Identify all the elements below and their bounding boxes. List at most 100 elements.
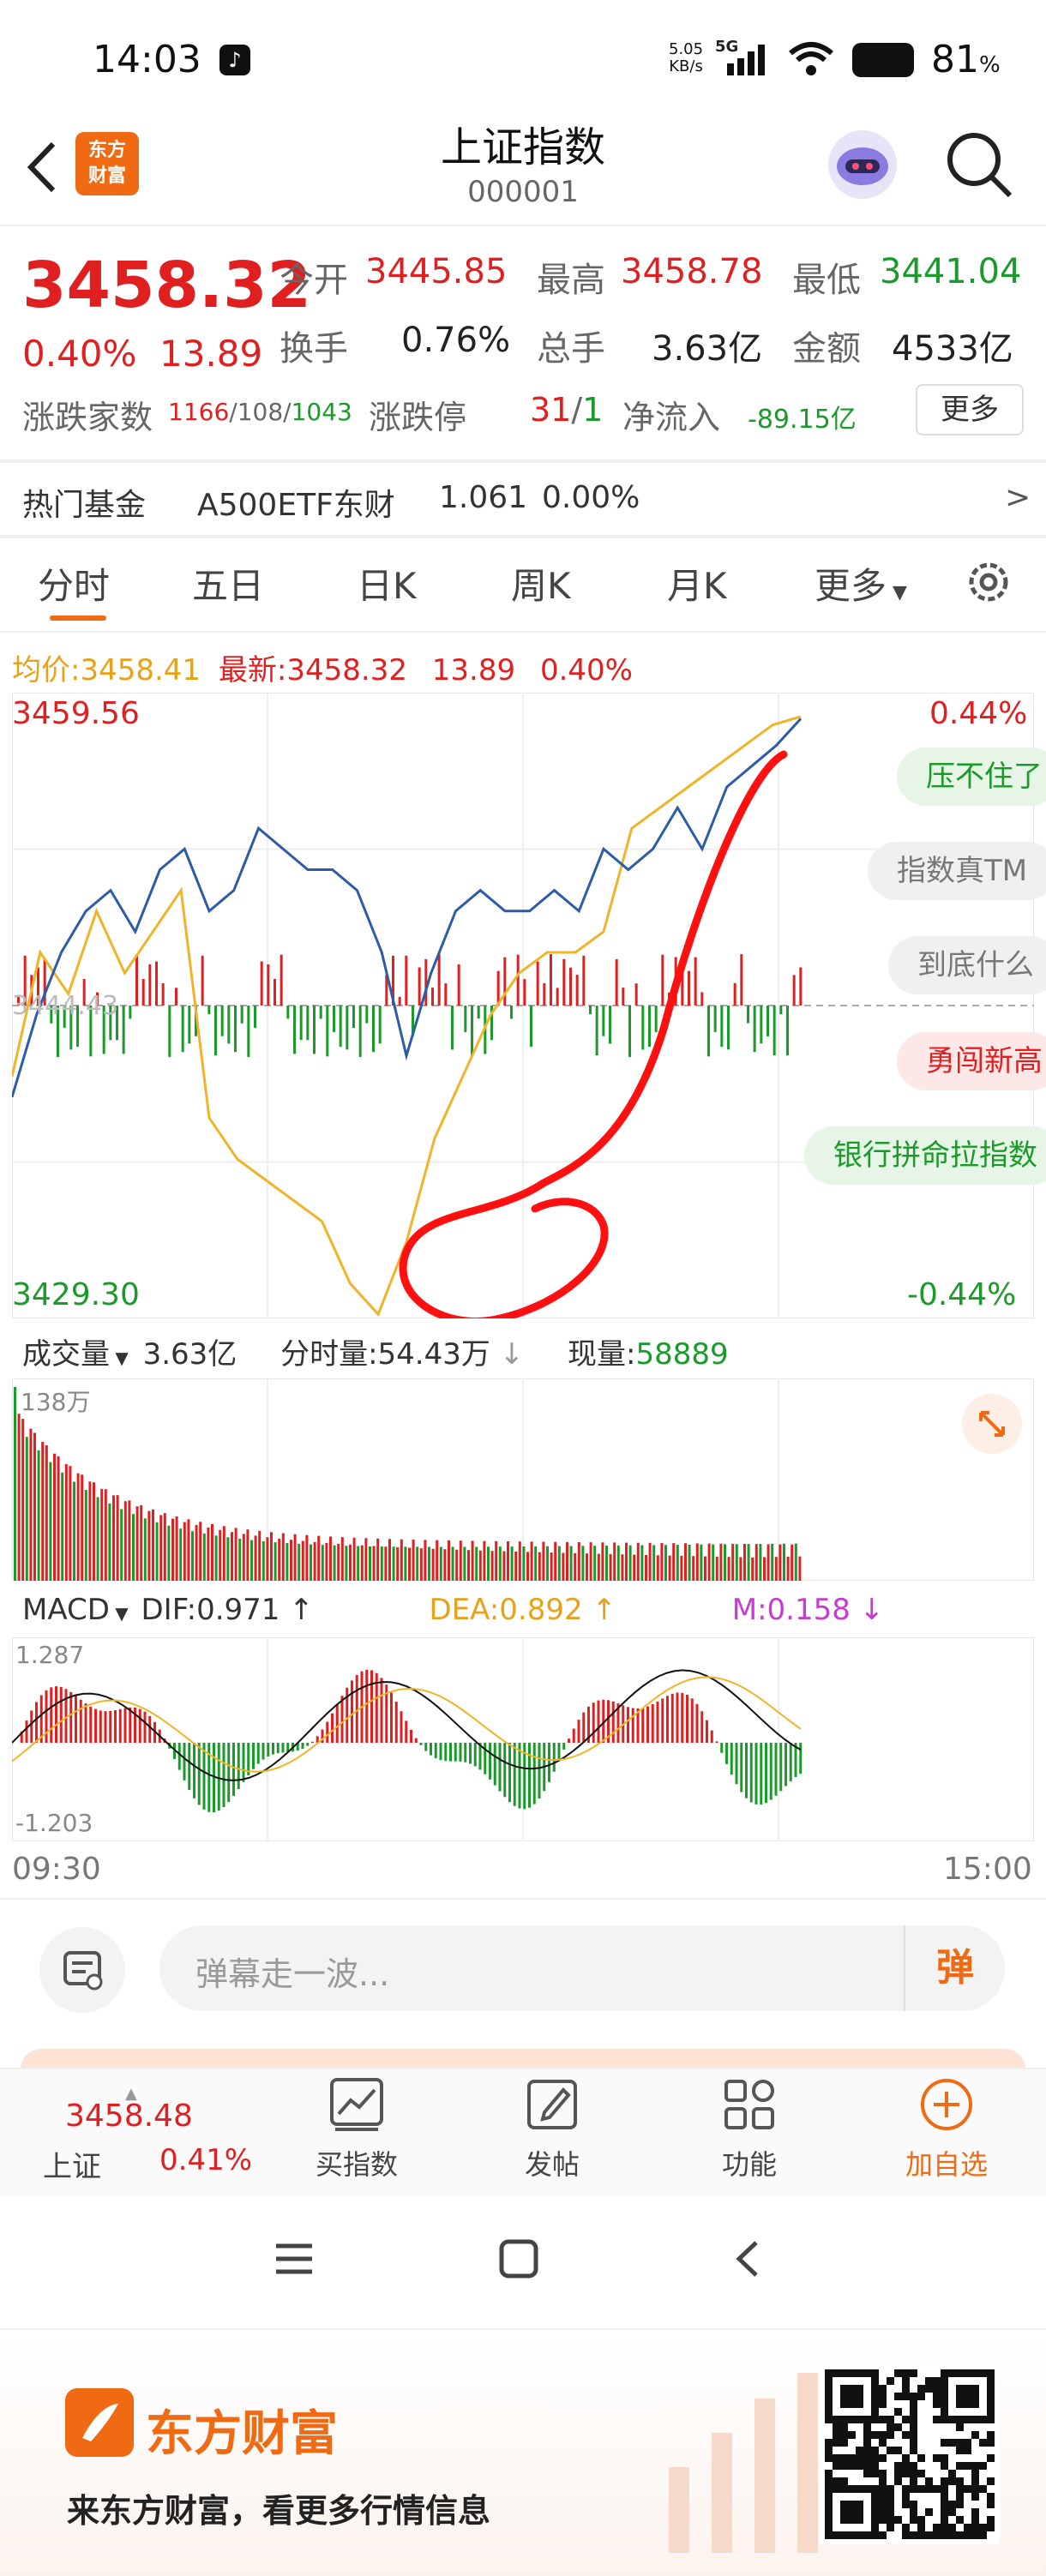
macd-dropdown[interactable]: MACD ▼ <box>22 1593 129 1627</box>
flow-bar <box>293 1006 296 1054</box>
macd-bar <box>568 1738 570 1744</box>
macd-bar <box>331 1713 334 1744</box>
flow-bar <box>214 1006 217 1056</box>
macd-bar <box>30 1710 33 1744</box>
flow-bar <box>543 982 546 1006</box>
qr-module <box>840 2423 848 2431</box>
volume-bar <box>37 1450 40 1581</box>
back-nav-icon[interactable] <box>727 2237 770 2280</box>
volume-bar <box>459 1540 462 1581</box>
qr-module <box>971 2508 979 2516</box>
qr-module <box>956 2439 964 2447</box>
qr-module <box>902 2416 910 2423</box>
flow-bar <box>286 1006 290 1019</box>
hot-fund-bar[interactable]: 热门基金 A500ETF东财 1.061 0.00% > <box>0 465 1046 533</box>
volume-bar <box>412 1540 415 1581</box>
tab-more[interactable]: 更多 ▼ <box>815 557 907 609</box>
danmaku-bubble-1[interactable]: 压不住了 <box>897 748 1046 806</box>
tab-intraday[interactable]: 分时 <box>38 557 110 609</box>
volume-bar <box>502 1551 506 1581</box>
qr-module <box>941 2454 948 2462</box>
macd-bar <box>123 1708 127 1744</box>
volume-bar <box>771 1543 774 1581</box>
volume-bar <box>352 1537 356 1581</box>
qr-module <box>879 2416 887 2423</box>
qr-module <box>902 2531 910 2539</box>
macd-bar <box>503 1743 507 1798</box>
macd-bar <box>538 1743 541 1799</box>
gear-icon[interactable] <box>964 557 1013 607</box>
macd-bar <box>656 1701 659 1744</box>
macd-bar <box>715 1741 718 1744</box>
macd-bar <box>572 1728 575 1744</box>
qr-module <box>979 2439 987 2447</box>
qr-module <box>941 2485 948 2493</box>
danmaku-settings-icon[interactable] <box>39 1927 125 2013</box>
volume-bar <box>222 1526 225 1581</box>
macd-bar <box>784 1743 787 1786</box>
tab-monthly[interactable]: 月K <box>667 557 727 609</box>
macd-info-line: MACD ▼ DIF:0.971 ↑ DEA:0.892 ↑ M:0.158 ↓ <box>22 1593 885 1627</box>
robot-avatar-icon[interactable] <box>828 130 897 199</box>
volume-bar <box>270 1532 273 1581</box>
volume-bar <box>219 1529 222 1581</box>
buy-index-button[interactable]: 买指数 <box>297 2075 417 2183</box>
danmaku-input[interactable]: 弹幕走一波... 弹 <box>159 1925 1005 2011</box>
qr-module <box>910 2477 917 2485</box>
macd-bar <box>577 1720 580 1744</box>
tab-5day[interactable]: 五日 <box>192 557 264 609</box>
qr-module <box>863 2470 871 2477</box>
search-icon[interactable] <box>943 129 1015 201</box>
volume-bar <box>735 1544 738 1581</box>
qr-module <box>971 2431 979 2439</box>
flow-bar <box>661 954 664 1006</box>
qr-module <box>879 2385 887 2393</box>
macd-bar <box>148 1715 152 1744</box>
tab-daily[interactable]: 日K <box>357 557 417 609</box>
expand-icon[interactable] <box>962 1394 1022 1454</box>
macd-bar <box>193 1743 195 1798</box>
volume-dropdown[interactable]: 成交量 ▼ <box>22 1337 129 1372</box>
home-icon[interactable] <box>497 2237 540 2280</box>
add-watchlist-button[interactable]: 加自选 <box>887 2075 1007 2183</box>
index-ticker[interactable]: ▲ 3458.48 上证 0.41% <box>34 2085 252 2188</box>
volume-bar <box>763 1557 766 1581</box>
volume-bar <box>436 1540 439 1581</box>
volume-bar <box>451 1546 454 1581</box>
volume-bar <box>597 1553 600 1581</box>
danmaku-bubble-4[interactable]: 勇闯新高 <box>897 1032 1046 1090</box>
flow-bar <box>747 1006 749 1024</box>
menu-icon[interactable] <box>273 2237 316 2280</box>
intraday-chart[interactable] <box>12 693 1034 1318</box>
flow-bar <box>609 1006 611 1044</box>
macd-bar <box>405 1720 408 1744</box>
macd-bar <box>424 1743 428 1751</box>
qr-module <box>887 2423 894 2431</box>
qr-module <box>948 2524 956 2531</box>
danmaku-bubble-2[interactable]: 指数真TM <box>868 842 1046 900</box>
qr-code[interactable] <box>820 2364 1000 2544</box>
qr-module <box>956 2531 964 2539</box>
volume-bar <box>431 1548 435 1581</box>
wifi-icon <box>787 39 835 77</box>
volume-bar <box>128 1500 131 1581</box>
danmaku-bubble-5[interactable]: 银行拼命拉指数 <box>804 1126 1046 1185</box>
function-button[interactable]: 功能 <box>689 2075 809 2183</box>
qr-module <box>948 2531 956 2539</box>
volume-bar <box>384 1546 388 1581</box>
qr-module <box>933 2485 941 2493</box>
tab-weekly[interactable]: 周K <box>511 557 571 609</box>
volume-bar <box>246 1529 249 1581</box>
qr-module <box>987 2516 995 2524</box>
qr-module <box>948 2508 956 2516</box>
danmaku-send-button[interactable]: 弹 <box>904 1925 1005 2011</box>
macd-bar <box>611 1701 615 1744</box>
danmaku-bubble-3[interactable]: 到底什么 <box>888 936 1046 994</box>
flow-bar <box>740 954 743 1006</box>
more-button[interactable]: 更多 <box>916 384 1024 435</box>
qr-module <box>941 2524 948 2531</box>
post-button[interactable]: 发帖 <box>492 2075 612 2183</box>
qr-module <box>956 2516 964 2524</box>
qr-module <box>941 2462 948 2470</box>
qr-module <box>902 2462 910 2470</box>
